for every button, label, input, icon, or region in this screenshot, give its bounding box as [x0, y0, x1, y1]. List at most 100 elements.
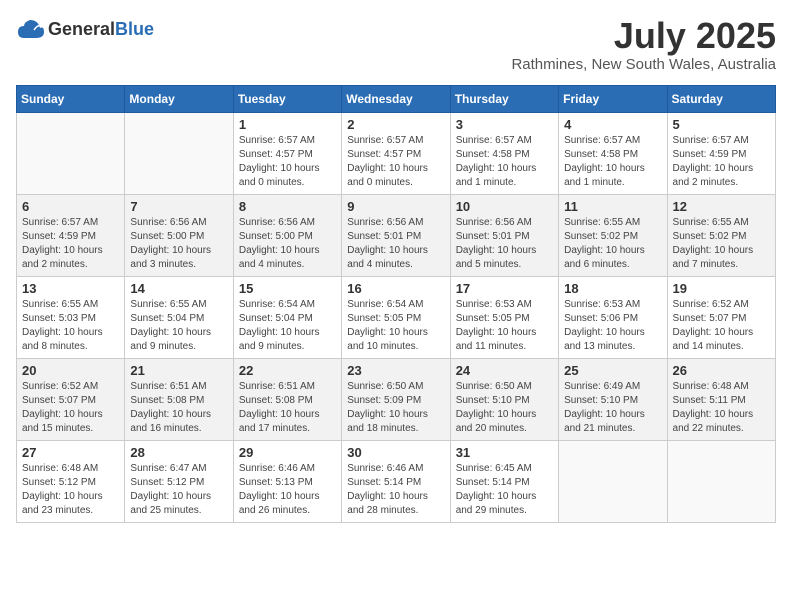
day-info: Sunrise: 6:49 AM Sunset: 5:10 PM Dayligh…	[564, 380, 661, 436]
day-info: Sunrise: 6:55 AM Sunset: 5:04 PM Dayligh…	[130, 298, 227, 354]
calendar-cell: 28 Sunrise: 6:47 AM Sunset: 5:12 PM Dayli…	[125, 440, 233, 522]
day-info: Sunrise: 6:56 AM Sunset: 5:00 PM Dayligh…	[130, 216, 227, 272]
calendar-cell: 23Sunrise: 6:50 AM Sunset: 5:09 PM Dayli…	[342, 358, 450, 440]
day-number: 4	[564, 117, 661, 132]
calendar-cell: 30 Sunrise: 6:46 AM Sunset: 5:14 PM Dayli…	[342, 440, 450, 522]
day-info: Sunrise: 6:57 AM Sunset: 4:57 PM Dayligh…	[347, 134, 444, 190]
day-info: Sunrise: 6:48 AM Sunset: 5:11 PM Dayligh…	[673, 380, 770, 436]
day-info: Sunrise: 6:52 AM Sunset: 5:07 PM Dayligh…	[673, 298, 770, 354]
calendar-cell: 14 Sunrise: 6:55 AM Sunset: 5:04 PM Dayli…	[125, 276, 233, 358]
day-number: 6	[22, 199, 119, 214]
day-number: 14	[130, 281, 227, 296]
day-number: 15	[239, 281, 336, 296]
calendar-cell: 21 Sunrise: 6:51 AM Sunset: 5:08 PM Dayli…	[125, 358, 233, 440]
week-row-2: 6 Sunrise: 6:57 AM Sunset: 4:59 PM Daylig…	[17, 194, 776, 276]
day-number: 21	[130, 363, 227, 378]
day-info: Sunrise: 6:54 AM Sunset: 5:05 PM Dayligh…	[347, 298, 444, 354]
day-number: 26	[673, 363, 770, 378]
day-info: Sunrise: 6:47 AM Sunset: 5:12 PM Dayligh…	[130, 462, 227, 518]
day-number: 19	[673, 281, 770, 296]
calendar-cell: 1 Sunrise: 6:57 AM Sunset: 4:57 PM Daylig…	[233, 112, 341, 194]
calendar-cell: 25 Sunrise: 6:49 AM Sunset: 5:10 PM Dayli…	[559, 358, 667, 440]
day-info: Sunrise: 6:56 AM Sunset: 5:01 PM Dayligh…	[456, 216, 553, 272]
calendar-cell: 24 Sunrise: 6:50 AM Sunset: 5:10 PM Dayli…	[450, 358, 558, 440]
day-info: Sunrise: 6:50 AM Sunset: 5:10 PM Dayligh…	[456, 380, 553, 436]
week-row-4: 20 Sunrise: 6:52 AM Sunset: 5:07 PM Dayli…	[17, 358, 776, 440]
calendar-cell: 11 Sunrise: 6:55 AM Sunset: 5:02 PM Dayli…	[559, 194, 667, 276]
calendar-cell: 17 Sunrise: 6:53 AM Sunset: 5:05 PM Dayli…	[450, 276, 558, 358]
day-number: 28	[130, 445, 227, 460]
day-number: 1	[239, 117, 336, 132]
day-info: Sunrise: 6:53 AM Sunset: 5:05 PM Dayligh…	[456, 298, 553, 354]
day-number: 17	[456, 281, 553, 296]
calendar-cell: 26 Sunrise: 6:48 AM Sunset: 5:11 PM Dayli…	[667, 358, 775, 440]
day-number: 8	[239, 199, 336, 214]
calendar-table: SundayMondayTuesdayWednesdayThursdayFrid…	[16, 85, 776, 523]
day-number: 30	[347, 445, 444, 460]
logo-text: General Blue	[48, 20, 154, 40]
day-info: Sunrise: 6:57 AM Sunset: 4:59 PM Dayligh…	[22, 216, 119, 272]
day-number: 24	[456, 363, 553, 378]
day-info: Sunrise: 6:55 AM Sunset: 5:03 PM Dayligh…	[22, 298, 119, 354]
calendar-cell: 2Sunrise: 6:57 AM Sunset: 4:57 PM Daylig…	[342, 112, 450, 194]
day-info: Sunrise: 6:57 AM Sunset: 4:58 PM Dayligh…	[564, 134, 661, 190]
week-row-5: 27Sunrise: 6:48 AM Sunset: 5:12 PM Dayli…	[17, 440, 776, 522]
calendar-cell: 6 Sunrise: 6:57 AM Sunset: 4:59 PM Daylig…	[17, 194, 125, 276]
calendar-cell: 22 Sunrise: 6:51 AM Sunset: 5:08 PM Dayli…	[233, 358, 341, 440]
day-info: Sunrise: 6:54 AM Sunset: 5:04 PM Dayligh…	[239, 298, 336, 354]
day-number: 11	[564, 199, 661, 214]
day-number: 12	[673, 199, 770, 214]
day-info: Sunrise: 6:46 AM Sunset: 5:13 PM Dayligh…	[239, 462, 336, 518]
week-row-3: 13 Sunrise: 6:55 AM Sunset: 5:03 PM Dayli…	[17, 276, 776, 358]
weekday-header-sunday: Sunday	[17, 85, 125, 112]
calendar-cell: 3Sunrise: 6:57 AM Sunset: 4:58 PM Daylig…	[450, 112, 558, 194]
calendar-cell	[667, 440, 775, 522]
calendar-cell: 16Sunrise: 6:54 AM Sunset: 5:05 PM Dayli…	[342, 276, 450, 358]
calendar-cell: 31 Sunrise: 6:45 AM Sunset: 5:14 PM Dayli…	[450, 440, 558, 522]
day-number: 5	[673, 117, 770, 132]
title-block: July 2025 Rathmines, New South Wales, Au…	[511, 16, 776, 73]
day-info: Sunrise: 6:57 AM Sunset: 4:59 PM Dayligh…	[673, 134, 770, 190]
day-number: 7	[130, 199, 227, 214]
calendar-cell: 4 Sunrise: 6:57 AM Sunset: 4:58 PM Daylig…	[559, 112, 667, 194]
main-title: July 2025	[511, 16, 776, 56]
calendar-cell: 9 Sunrise: 6:56 AM Sunset: 5:01 PM Daylig…	[342, 194, 450, 276]
calendar-cell	[125, 112, 233, 194]
day-info: Sunrise: 6:46 AM Sunset: 5:14 PM Dayligh…	[347, 462, 444, 518]
day-number: 31	[456, 445, 553, 460]
calendar-cell: 8 Sunrise: 6:56 AM Sunset: 5:00 PM Daylig…	[233, 194, 341, 276]
calendar-cell: 12Sunrise: 6:55 AM Sunset: 5:02 PM Dayli…	[667, 194, 775, 276]
day-info: Sunrise: 6:48 AM Sunset: 5:12 PM Dayligh…	[22, 462, 119, 518]
calendar-cell: 10Sunrise: 6:56 AM Sunset: 5:01 PM Dayli…	[450, 194, 558, 276]
page-header: General Blue July 2025 Rathmines, New So…	[16, 16, 776, 73]
day-number: 20	[22, 363, 119, 378]
day-info: Sunrise: 6:57 AM Sunset: 4:57 PM Dayligh…	[239, 134, 336, 190]
day-info: Sunrise: 6:57 AM Sunset: 4:58 PM Dayligh…	[456, 134, 553, 190]
weekday-header-saturday: Saturday	[667, 85, 775, 112]
day-number: 29	[239, 445, 336, 460]
logo-icon	[16, 16, 44, 44]
day-info: Sunrise: 6:51 AM Sunset: 5:08 PM Dayligh…	[130, 380, 227, 436]
calendar-cell: 7 Sunrise: 6:56 AM Sunset: 5:00 PM Daylig…	[125, 194, 233, 276]
day-number: 13	[22, 281, 119, 296]
calendar-cell: 27Sunrise: 6:48 AM Sunset: 5:12 PM Dayli…	[17, 440, 125, 522]
day-info: Sunrise: 6:52 AM Sunset: 5:07 PM Dayligh…	[22, 380, 119, 436]
logo: General Blue	[16, 16, 154, 44]
calendar-cell: 29 Sunrise: 6:46 AM Sunset: 5:13 PM Dayli…	[233, 440, 341, 522]
calendar-cell: 15 Sunrise: 6:54 AM Sunset: 5:04 PM Dayli…	[233, 276, 341, 358]
day-number: 18	[564, 281, 661, 296]
day-number: 9	[347, 199, 444, 214]
day-number: 23	[347, 363, 444, 378]
day-info: Sunrise: 6:51 AM Sunset: 5:08 PM Dayligh…	[239, 380, 336, 436]
subtitle: Rathmines, New South Wales, Australia	[511, 56, 776, 73]
weekday-header-tuesday: Tuesday	[233, 85, 341, 112]
day-number: 22	[239, 363, 336, 378]
weekday-header-monday: Monday	[125, 85, 233, 112]
day-info: Sunrise: 6:45 AM Sunset: 5:14 PM Dayligh…	[456, 462, 553, 518]
weekday-header-friday: Friday	[559, 85, 667, 112]
day-number: 25	[564, 363, 661, 378]
day-info: Sunrise: 6:56 AM Sunset: 5:00 PM Dayligh…	[239, 216, 336, 272]
weekday-header-row: SundayMondayTuesdayWednesdayThursdayFrid…	[17, 85, 776, 112]
day-info: Sunrise: 6:56 AM Sunset: 5:01 PM Dayligh…	[347, 216, 444, 272]
day-info: Sunrise: 6:55 AM Sunset: 5:02 PM Dayligh…	[564, 216, 661, 272]
